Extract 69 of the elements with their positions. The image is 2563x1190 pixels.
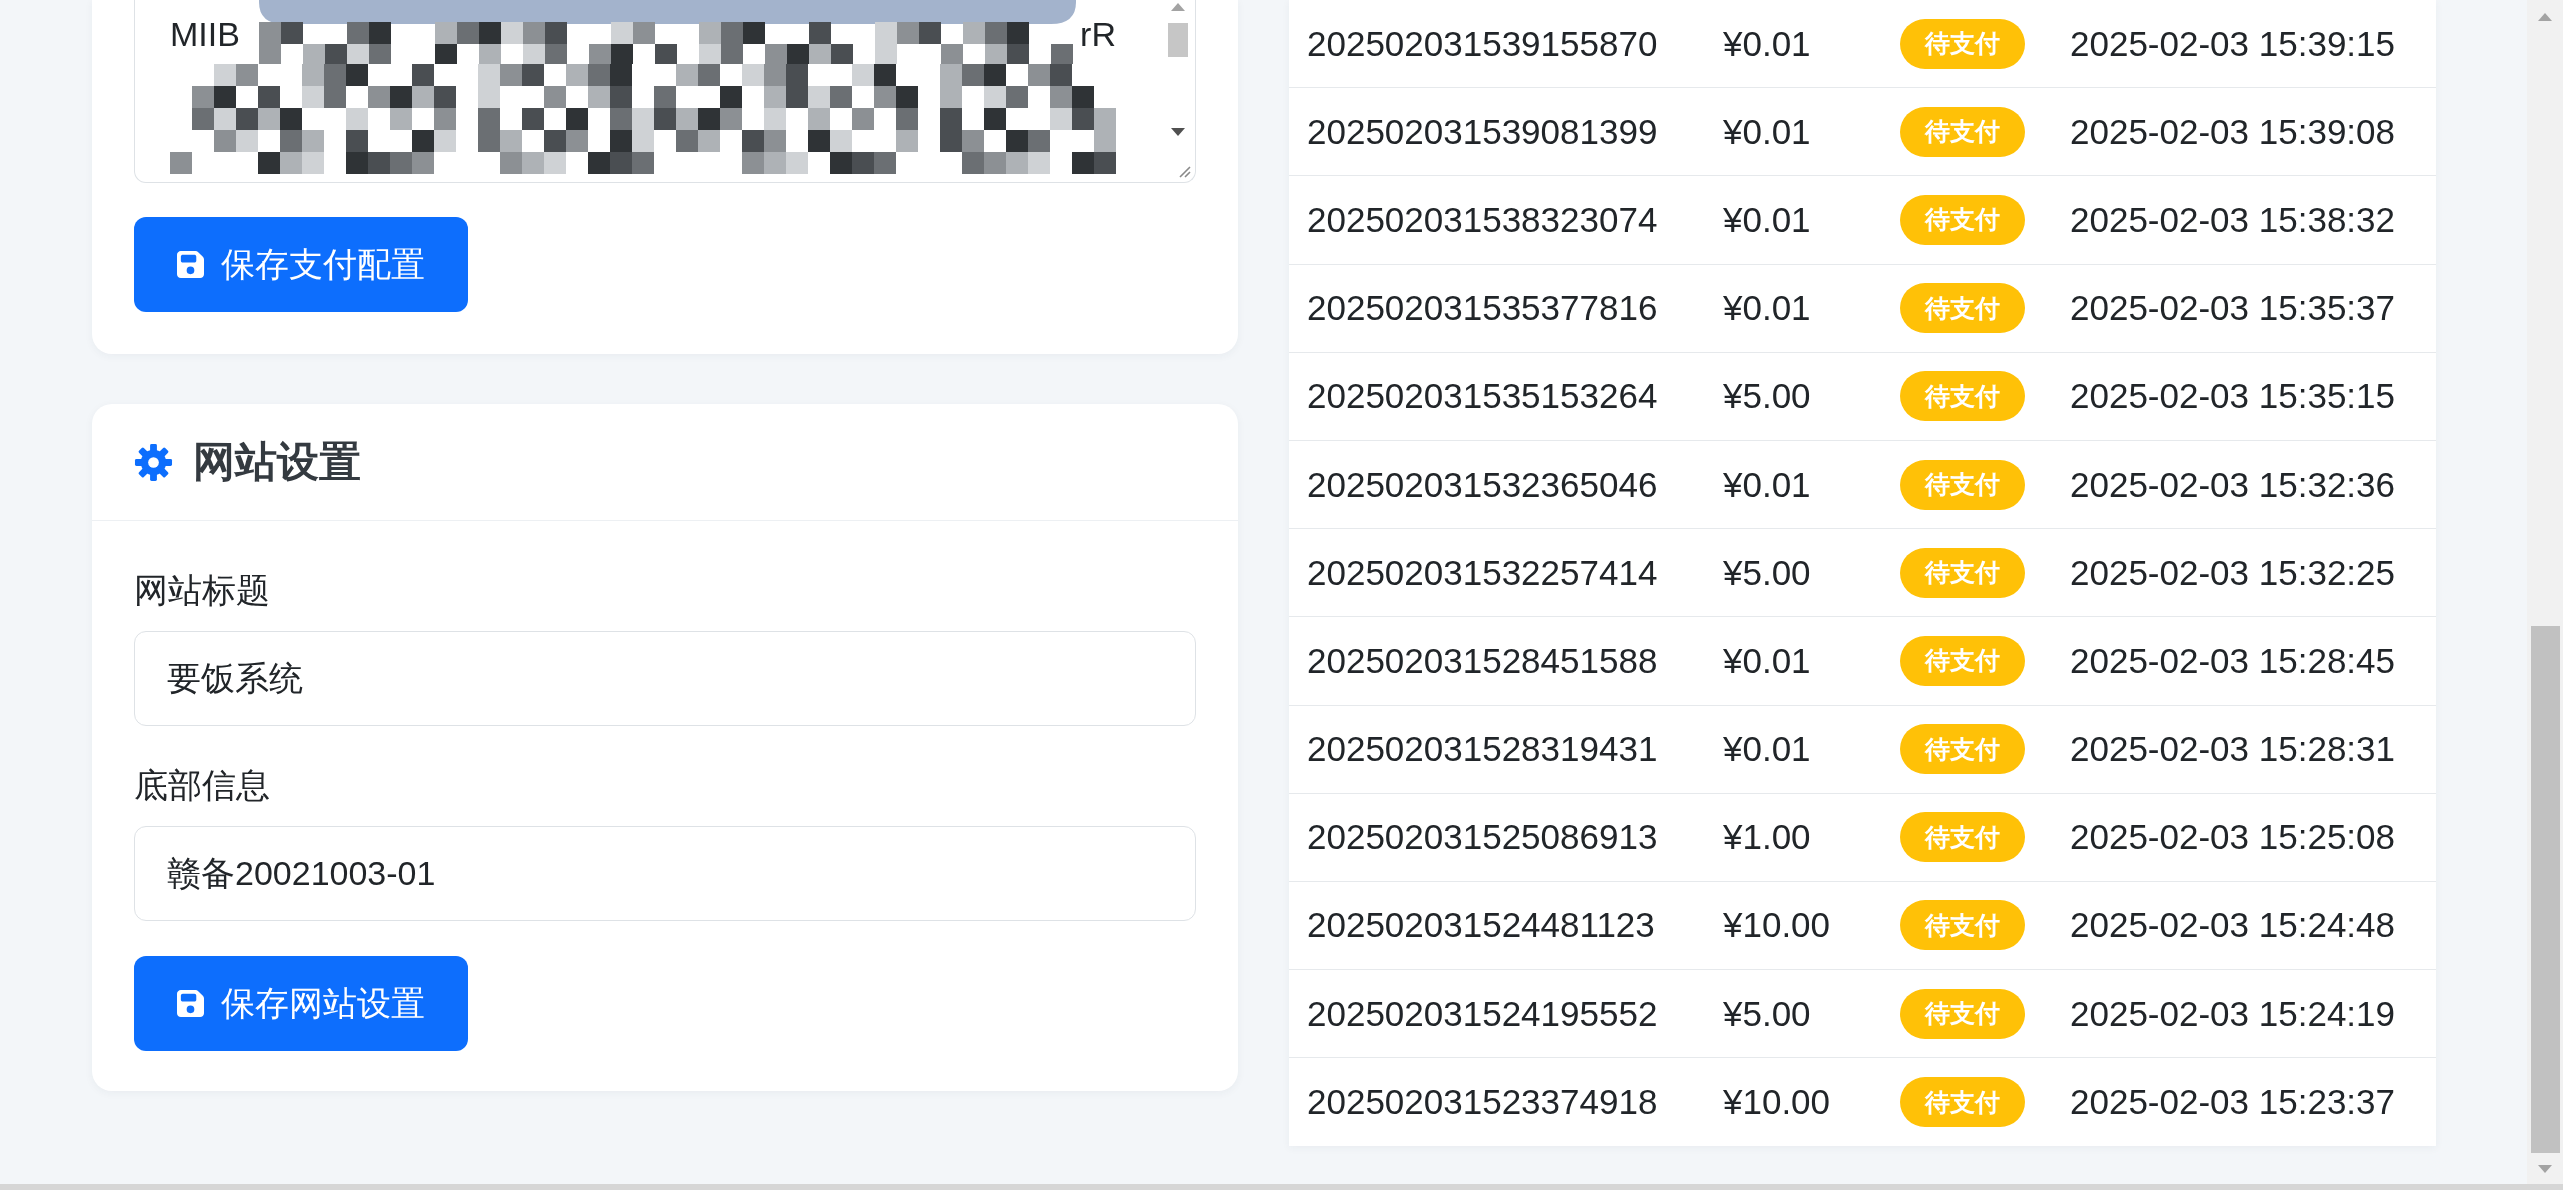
status-badge: 待支付 [1900, 18, 2025, 69]
order-number: 202502031539155870 [1306, 23, 1658, 64]
order-time: 2025-02-03 15:28:31 [2069, 729, 2395, 770]
status-badge: 待支付 [1900, 459, 2025, 510]
scroll-up-icon[interactable] [1171, 3, 1185, 11]
order-number: 202502031524481123 [1306, 905, 1655, 946]
order-amount: ¥10.00 [1722, 1082, 1831, 1123]
order-number: 202502031525086913 [1306, 817, 1658, 858]
order-time: 2025-02-03 15:24:19 [2069, 993, 2395, 1034]
order-amount: ¥0.01 [1722, 729, 1811, 770]
field-label: 底部信息 [134, 765, 270, 806]
status-badge: 待支付 [1900, 106, 2025, 157]
order-number: 202502031535377816 [1306, 288, 1658, 329]
status-badge: 待支付 [1900, 988, 2025, 1039]
order-number: 202502031524195552 [1306, 993, 1658, 1034]
order-time: 2025-02-03 15:38:32 [2069, 199, 2395, 240]
scroll-down-icon[interactable] [1171, 128, 1185, 136]
text-input[interactable]: 赣备20021003-01 [134, 826, 1196, 921]
order-amount: ¥5.00 [1722, 993, 1811, 1034]
textarea-text: rR [1080, 14, 1116, 54]
save-button[interactable]: 保存网站设置 [134, 956, 468, 1051]
status-badge: 待支付 [1900, 900, 2025, 951]
order-time: 2025-02-03 15:39:08 [2069, 111, 2395, 152]
status-badge: 待支付 [1900, 724, 2025, 775]
order-time: 2025-02-03 15:39:15 [2069, 23, 2395, 64]
status-badge: 待支付 [1900, 812, 2025, 863]
scroll-up-icon[interactable] [2538, 13, 2552, 21]
order-number: 202502031538323074 [1306, 199, 1658, 240]
resize-grip-icon[interactable] [1177, 164, 1191, 178]
order-time: 2025-02-03 15:24:48 [2069, 905, 2395, 946]
order-time: 2025-02-03 15:25:08 [2069, 817, 2395, 858]
order-number: 202502031535153264 [1306, 376, 1658, 417]
order-number: 202502031532257414 [1306, 552, 1658, 593]
order-time: 2025-02-03 15:28:45 [2069, 640, 2395, 681]
save-button[interactable]: 保存支付配置 [134, 217, 468, 312]
order-number: 202502031528319431 [1306, 729, 1658, 770]
order-amount: ¥0.01 [1722, 199, 1811, 240]
status-badge: 待支付 [1900, 547, 2025, 598]
order-amount: ¥5.00 [1722, 552, 1811, 593]
order-time: 2025-02-03 15:35:37 [2069, 288, 2395, 329]
status-badge: 待支付 [1900, 283, 2025, 334]
field-label: 网站标题 [134, 570, 270, 611]
order-number: 202502031528451588 [1306, 640, 1658, 681]
order-number: 202502031539081399 [1306, 111, 1658, 152]
order-number: 202502031532365046 [1306, 464, 1658, 505]
card-title: 网站设置 [193, 437, 361, 487]
gear-icon [134, 442, 173, 482]
status-badge: 待支付 [1900, 371, 2025, 422]
order-amount: ¥10.00 [1722, 905, 1831, 946]
order-amount: ¥5.00 [1722, 376, 1811, 417]
order-amount: ¥1.00 [1722, 817, 1811, 858]
status-badge: 待支付 [1900, 1077, 2025, 1128]
scrollbar-thumb[interactable] [1168, 23, 1188, 57]
order-amount: ¥0.01 [1722, 464, 1811, 505]
order-number: 202502031523374918 [1306, 1082, 1658, 1123]
order-amount: ¥0.01 [1722, 640, 1811, 681]
order-time: 2025-02-03 15:35:15 [2069, 376, 2395, 417]
order-time: 2025-02-03 15:32:36 [2069, 464, 2395, 505]
status-badge: 待支付 [1900, 635, 2025, 686]
status-badge: 待支付 [1900, 194, 2025, 245]
order-amount: ¥0.01 [1722, 111, 1811, 152]
scrollbar-thumb[interactable] [2531, 626, 2560, 1153]
order-time: 2025-02-03 15:32:25 [2069, 552, 2395, 593]
order-amount: ¥0.01 [1722, 23, 1811, 64]
order-time: 2025-02-03 15:23:37 [2069, 1082, 2395, 1123]
order-amount: ¥0.01 [1722, 288, 1811, 329]
text-input[interactable]: 要饭系统 [134, 631, 1196, 726]
key-textarea[interactable]: MIIB rR [134, 0, 1196, 183]
textarea-text: MIIB [170, 14, 240, 54]
